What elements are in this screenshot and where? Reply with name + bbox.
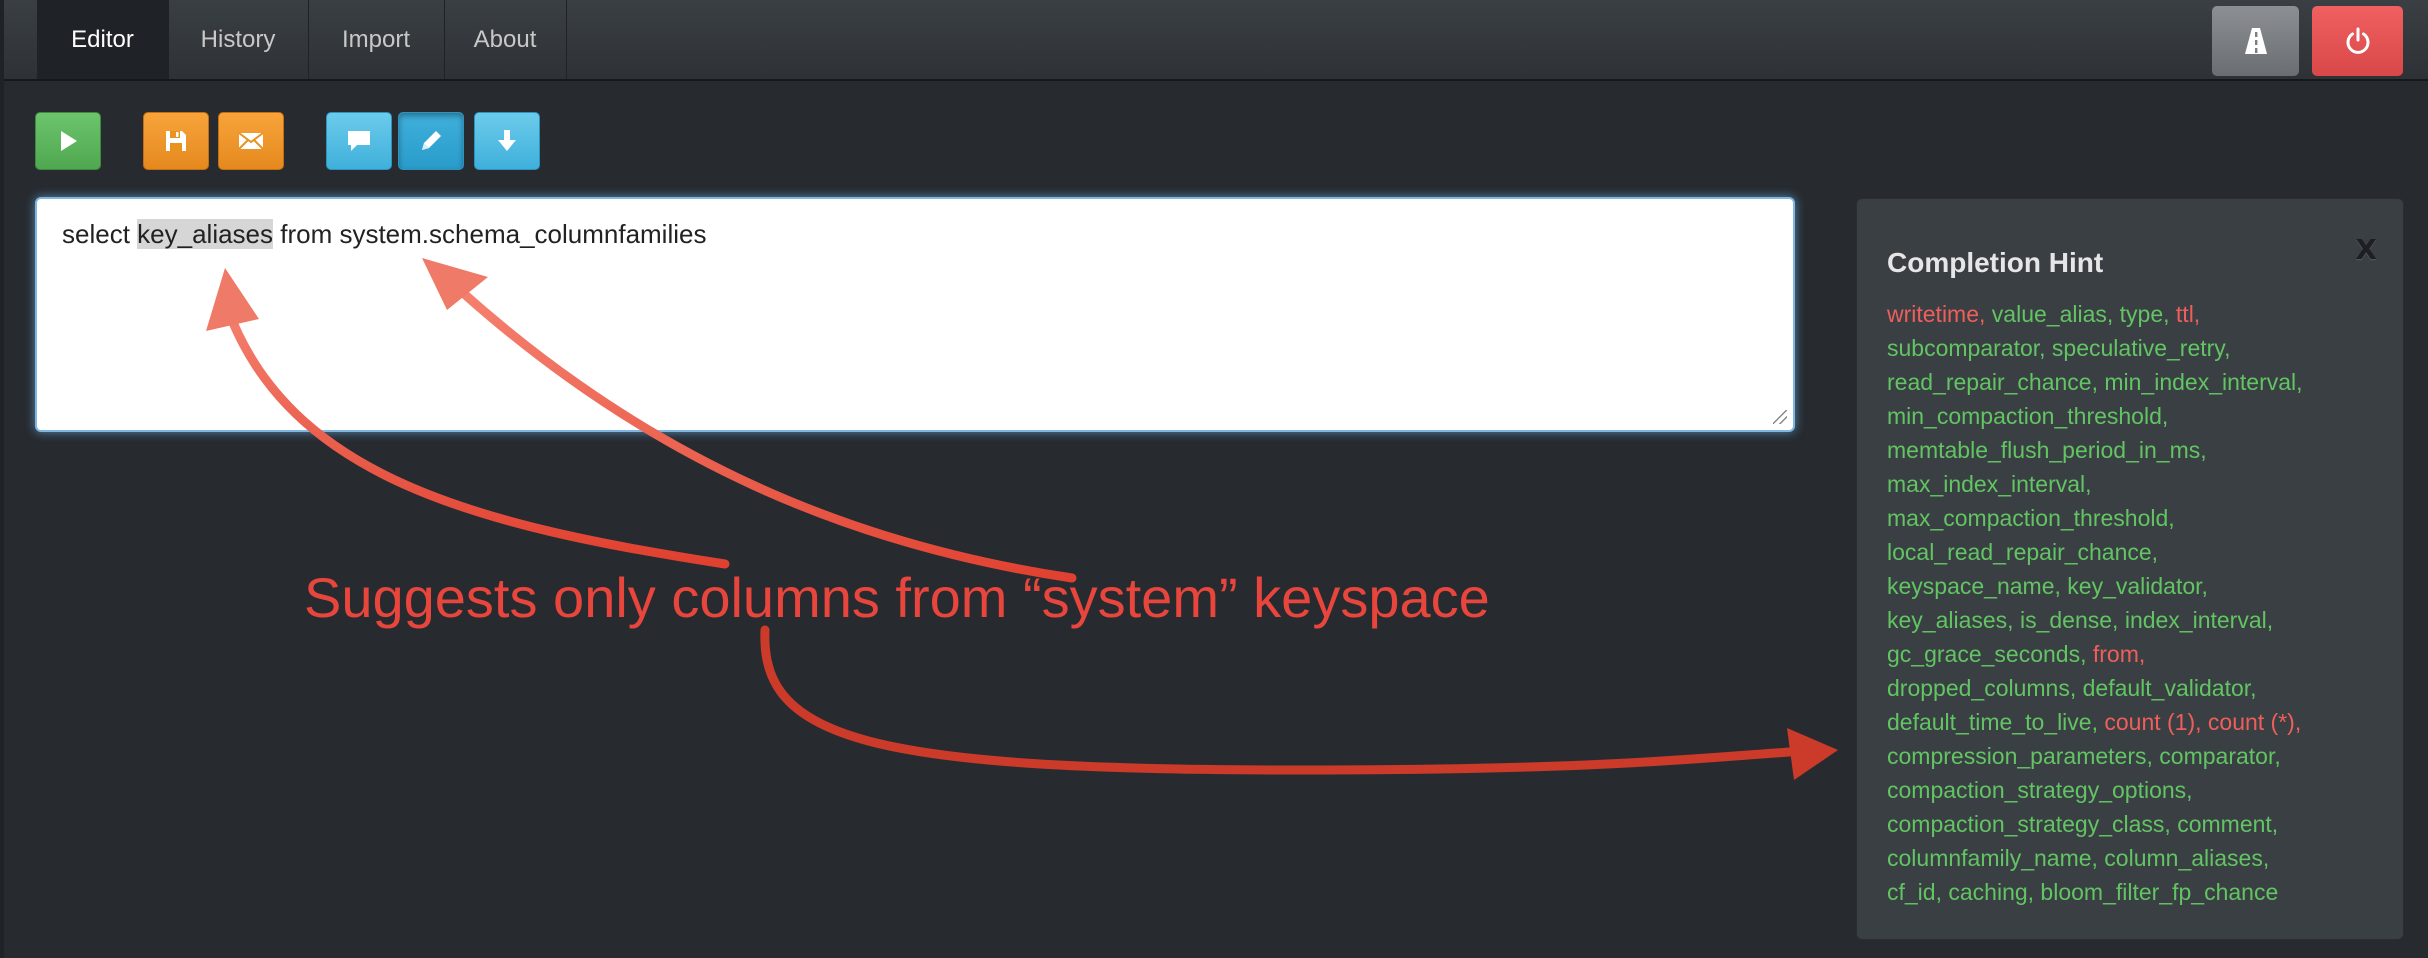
hint-line: compaction_strategy_class, comment, <box>1887 807 2373 841</box>
arrow-head-3 <box>1787 728 1838 780</box>
hint-line: key_aliases, is_dense, index_interval, <box>1887 603 2373 637</box>
hint-line: local_read_repair_chance, <box>1887 535 2373 569</box>
hint-line: subcomparator, speculative_retry, <box>1887 331 2373 365</box>
hint-keyword[interactable]: count (*), <box>2202 709 2301 735</box>
hint-column[interactable]: caching, <box>1942 879 2034 905</box>
query-text-after: from system.schema_columnfamilies <box>273 219 707 249</box>
tab-about[interactable]: About <box>444 0 567 79</box>
tab-editor[interactable]: Editor <box>37 0 169 79</box>
hint-column[interactable]: memtable_flush_period_in_ms, <box>1887 437 2207 463</box>
comment-button[interactable] <box>326 112 392 170</box>
mail-button[interactable] <box>218 112 284 170</box>
power-button[interactable] <box>2312 6 2403 76</box>
hint-keyword[interactable]: writetime, <box>1887 301 1985 327</box>
hint-column[interactable]: min_compaction_threshold, <box>1887 403 2168 429</box>
hint-column[interactable]: compression_parameters, <box>1887 743 2153 769</box>
tab-history[interactable]: History <box>168 0 309 79</box>
hint-column[interactable]: compaction_strategy_options, <box>1887 777 2193 803</box>
power-icon <box>2346 27 2369 54</box>
hint-line: memtable_flush_period_in_ms, <box>1887 433 2373 467</box>
hint-line: default_time_to_live, count (1), count (… <box>1887 705 2373 739</box>
completion-hint-panel: X Completion Hint writetime, value_alias… <box>1856 198 2404 940</box>
hint-column[interactable]: comparator, <box>2153 743 2280 769</box>
play-icon <box>61 131 77 151</box>
hint-column[interactable]: value_alias, <box>1985 301 2113 327</box>
window-edge <box>0 0 4 958</box>
download-button[interactable] <box>474 112 540 170</box>
hint-line: keyspace_name, key_validator, <box>1887 569 2373 603</box>
road-icon <box>2244 28 2267 54</box>
hint-line: max_compaction_threshold, <box>1887 501 2373 535</box>
road-button[interactable] <box>2212 6 2299 76</box>
annotation-caption: Suggests only columns from “system” keys… <box>304 566 1490 629</box>
hint-line: dropped_columns, default_validator, <box>1887 671 2373 705</box>
hint-line: columnfamily_name, column_aliases, <box>1887 841 2373 875</box>
query-editor[interactable]: select key_aliases from system.schema_co… <box>35 197 1795 432</box>
hint-column[interactable]: min_index_interval, <box>2098 369 2302 395</box>
hint-column[interactable]: bloom_filter_fp_chance <box>2034 879 2278 905</box>
hint-column[interactable]: gc_grace_seconds, <box>1887 641 2086 667</box>
hint-column[interactable]: read_repair_chance, <box>1887 369 2098 395</box>
hint-column[interactable]: column_aliases, <box>2098 845 2269 871</box>
hint-line: compression_parameters, comparator, <box>1887 739 2373 773</box>
edit-button[interactable] <box>398 112 464 170</box>
run-query-button[interactable] <box>35 112 101 170</box>
hint-line: min_compaction_threshold, <box>1887 399 2373 433</box>
query-text-before: select <box>62 219 138 249</box>
hint-column[interactable]: cf_id, <box>1887 879 1942 905</box>
hint-column[interactable]: comment, <box>2171 811 2278 837</box>
save-icon <box>166 131 186 151</box>
pencil-icon <box>422 131 441 150</box>
hint-column[interactable]: columnfamily_name, <box>1887 845 2098 871</box>
envelope-icon <box>238 132 264 150</box>
hint-line: compaction_strategy_options, <box>1887 773 2373 807</box>
save-button[interactable] <box>143 112 209 170</box>
hint-line: read_repair_chance, min_index_interval, <box>1887 365 2373 399</box>
hint-keyword[interactable]: count (1), <box>2098 709 2201 735</box>
hint-column[interactable]: is_dense, <box>2014 607 2118 633</box>
arrow-to-completion-panel <box>760 625 1795 775</box>
hint-line: max_index_interval, <box>1887 467 2373 501</box>
hint-line: writetime, value_alias, type, ttl, <box>1887 297 2373 331</box>
top-navbar: Editor History Import About <box>4 0 2428 81</box>
hint-column[interactable]: keyspace_name, <box>1887 573 2061 599</box>
arrow-down-icon <box>498 130 516 151</box>
hint-list: writetime, value_alias, type, ttl, subcom… <box>1887 297 2373 909</box>
hint-column[interactable]: index_interval, <box>2118 607 2273 633</box>
query-highlighted-token: key_aliases <box>137 219 274 249</box>
panel-title: Completion Hint <box>1887 247 2104 278</box>
hint-line: gc_grace_seconds, from, <box>1887 637 2373 671</box>
hint-column[interactable]: dropped_columns, <box>1887 675 2076 701</box>
hint-column[interactable]: default_time_to_live, <box>1887 709 2098 735</box>
comment-icon <box>348 131 370 151</box>
hint-column[interactable]: max_compaction_threshold, <box>1887 505 2175 531</box>
tab-import[interactable]: Import <box>308 0 445 79</box>
hint-column[interactable]: key_aliases, <box>1887 607 2014 633</box>
resize-handle[interactable] <box>1773 410 1787 424</box>
close-button[interactable]: X <box>2355 233 2377 266</box>
hint-column[interactable]: type, <box>2113 301 2170 327</box>
hint-keyword[interactable]: from, <box>2086 641 2145 667</box>
hint-column[interactable]: compaction_strategy_class, <box>1887 811 2171 837</box>
hint-column[interactable]: default_validator, <box>2076 675 2257 701</box>
hint-column[interactable]: speculative_retry, <box>2046 335 2231 361</box>
hint-column[interactable]: key_validator, <box>2061 573 2208 599</box>
hint-column[interactable]: subcomparator, <box>1887 335 2046 361</box>
hint-line: cf_id, caching, bloom_filter_fp_chance <box>1887 875 2373 909</box>
hint-column[interactable]: local_read_repair_chance, <box>1887 539 2158 565</box>
hint-keyword[interactable]: ttl, <box>2170 301 2200 327</box>
hint-column[interactable]: max_index_interval, <box>1887 471 2092 497</box>
